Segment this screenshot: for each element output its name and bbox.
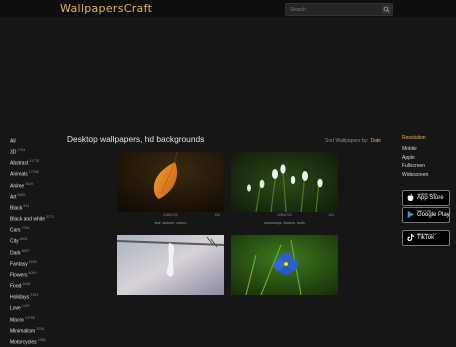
sidebar-item-count: 2193	[30, 293, 39, 298]
sidebar-item[interactable]: Abstract11778	[10, 157, 64, 168]
wallpaper-thumbnail-snowdrops[interactable]	[231, 152, 338, 212]
site-logo[interactable]: WallpapersCraft	[60, 2, 152, 15]
app-store-badge[interactable]: Available on the App Store	[402, 190, 450, 206]
category-sidebar: All 3D1754 Abstract11778 Animals17256 An…	[10, 135, 64, 347]
wallpaper-thumbnail-icicle[interactable]	[117, 235, 224, 295]
wallpaper-caption[interactable]: snowdrops, flowers, buds	[231, 221, 338, 225]
sidebar-item[interactable]: City4891	[10, 235, 64, 246]
sidebar-item-label: Art	[10, 194, 17, 201]
sidebar-item-label: Cars	[10, 227, 21, 234]
sidebar-item[interactable]: Animals17256	[10, 168, 64, 179]
sidebar-item-label: City	[10, 239, 19, 246]
search-box	[285, 3, 393, 16]
sidebar-item[interactable]: Holidays2193	[10, 291, 64, 302]
sidebar-item-count: 4891	[19, 237, 28, 242]
google-play-badge[interactable]: GET IT ON Google Play	[402, 207, 450, 223]
sidebar-item[interactable]: Dark6587	[10, 247, 64, 258]
sidebar-item[interactable]: 3D1754	[10, 146, 64, 157]
sidebar-item[interactable]: Fantasy9055	[10, 258, 64, 269]
sort-value-link[interactable]: Date	[370, 138, 381, 144]
wallpaper-resolution: 1280x720	[277, 213, 292, 217]
badge-title: TikTok	[417, 235, 435, 241]
search-input[interactable]	[288, 4, 382, 15]
badge-title: App Store	[417, 195, 444, 201]
sidebar-item-count: 3058	[22, 282, 31, 287]
resolution-panel: Resolution Mobile Apple Fullscreen Wides…	[402, 135, 452, 179]
page-title: Desktop wallpapers, hd backgrounds	[67, 134, 205, 144]
sidebar-item-count: 5059	[17, 192, 26, 197]
wallpaper-caption[interactable]: leaf, autumn, macro	[117, 221, 224, 225]
badge-title: Google Play	[417, 212, 450, 218]
sidebar-item-label: Macro	[10, 317, 24, 324]
sidebar-item-count: 7336	[21, 226, 30, 231]
sidebar-item-count: 6587	[21, 248, 30, 253]
apple-icon	[407, 193, 414, 202]
sort-label: Sort Wallpapers by:	[325, 138, 369, 144]
resolution-link-apple[interactable]: Apple	[402, 154, 452, 163]
sidebar-item-label: Black	[10, 205, 23, 212]
sidebar-item-label: Food	[10, 283, 22, 290]
resolution-link-widescreen[interactable]: Widescreen	[402, 171, 452, 180]
sidebar-item[interactable]: Minimalism3238	[10, 325, 64, 336]
wallpaper-meta: 1280x720 134	[117, 213, 224, 218]
sidebar-item-count: 3549	[25, 181, 34, 186]
sidebar-item-label: Motorcycles	[10, 339, 37, 346]
sidebar-item[interactable]: Black514	[10, 202, 64, 213]
wallpaper-thumbnail-blue-flower[interactable]	[231, 235, 338, 295]
play-icon	[407, 210, 414, 219]
sidebar-item-count: 14758	[24, 315, 35, 320]
wallpaper-thumbnail-leaf[interactable]	[117, 152, 224, 212]
tiktok-icon	[407, 233, 414, 242]
sidebar-item-count: 514	[23, 203, 30, 208]
sidebar-item-label: All	[10, 138, 16, 145]
sidebar-item-label: Anime	[10, 183, 25, 190]
wallpaper-resolution: 1280x720	[163, 213, 178, 217]
sidebar-item[interactable]: Cars7336	[10, 224, 64, 235]
sidebar-item-label: Minimalism	[10, 328, 35, 335]
sidebar-item-label: 3D	[10, 149, 17, 156]
sidebar-item-label: Dark	[10, 250, 21, 257]
sidebar-item-count: 1385	[37, 337, 46, 342]
resolution-heading: Resolution	[402, 135, 426, 141]
sidebar-item-count: 17256	[28, 170, 39, 175]
sidebar-item-count: 11778	[29, 159, 40, 164]
sidebar-item[interactable]: Black and white3771	[10, 213, 64, 224]
sidebar-item-count: 3238	[36, 326, 44, 331]
sidebar-item[interactable]: Motorcycles1385	[10, 336, 64, 347]
wallpaper-rating: 102	[328, 213, 334, 217]
sidebar-item-label: Love	[10, 306, 21, 312]
resolution-link-fullscreen[interactable]: Fullscreen	[402, 162, 452, 171]
sidebar-item-label: Abstract	[10, 160, 29, 167]
sidebar-item-label: Flowers	[10, 272, 28, 279]
resolution-link-mobile[interactable]: Mobile	[402, 145, 452, 154]
top-bar: WallpapersCraft	[0, 0, 456, 17]
sidebar-item-label: Fantasy	[10, 261, 28, 268]
sidebar-item[interactable]: Anime3549	[10, 180, 64, 191]
tiktok-badge[interactable]: Welcome to our TikTok	[402, 230, 450, 246]
sidebar-item[interactable]: Macro14758	[10, 314, 64, 325]
sidebar-item-count: 9055	[28, 259, 37, 264]
sidebar-item-count: 6049	[28, 270, 37, 275]
sidebar-item-count: 1754	[17, 148, 26, 153]
sidebar-item[interactable]: Love1497	[10, 302, 64, 313]
wallpaper-meta: 1280x720 102	[231, 213, 338, 218]
sidebar-item[interactable]: Flowers6049	[10, 269, 64, 280]
sidebar-item-label: Animals	[10, 172, 28, 179]
sidebar-item-count: 3771	[46, 215, 55, 220]
sort-control: Sort Wallpapers by: Date	[325, 138, 381, 144]
wallpaper-rating: 134	[214, 213, 220, 217]
sidebar-item-label: Black and white	[10, 216, 46, 223]
sidebar-item[interactable]: Food3058	[10, 280, 64, 291]
search-icon[interactable]	[382, 5, 391, 14]
sidebar-item-count: 1497	[21, 304, 30, 309]
sidebar-item[interactable]: All	[10, 135, 64, 146]
sidebar-item[interactable]: Art5059	[10, 191, 64, 202]
